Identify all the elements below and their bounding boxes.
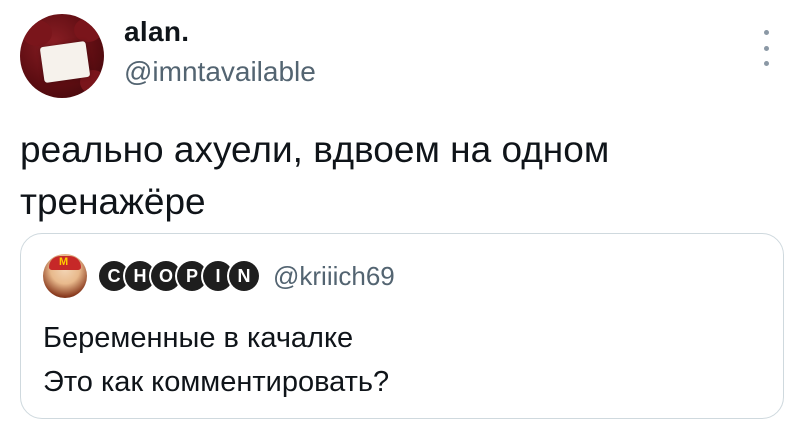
quoted-author-handle[interactable]: @kriiich69 xyxy=(273,261,395,292)
quoted-tweet-text: Беременные в качалке Это как комментиров… xyxy=(43,316,763,404)
quoted-text-line: Беременные в качалке xyxy=(43,322,354,354)
tweet-text: реально ахуели, вдвоем на одном тренажёр… xyxy=(20,129,610,222)
author-avatar[interactable] xyxy=(20,14,104,98)
quoted-tweet[interactable]: M C H O P I N @kriiich69 Беременные в ка… xyxy=(20,233,784,419)
quoted-author-avatar[interactable]: M xyxy=(43,254,87,298)
name-letter-bubble: N xyxy=(229,261,259,291)
quoted-tweet-header: M C H O P I N @kriiich69 xyxy=(43,254,395,298)
tweet-card: alan. @imntavailable реально ахуели, вдв… xyxy=(0,0,800,431)
quoted-text-line: Это как комментировать? xyxy=(43,366,390,398)
author-display-name[interactable]: alan. xyxy=(124,16,189,48)
author-handle[interactable]: @imntavailable xyxy=(124,56,316,88)
more-options-icon[interactable] xyxy=(760,30,772,66)
quoted-author-display-name[interactable]: C H O P I N xyxy=(99,261,259,291)
